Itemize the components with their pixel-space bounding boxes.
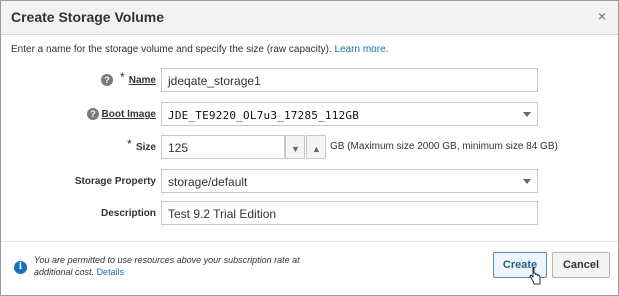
storage-property-select[interactable]: storage/default [161,169,538,193]
storage-property-label: Storage Property [74,176,156,187]
boot-image-value: JDE_TE9220_OL7u3_17285_112GB [168,109,360,122]
dialog-title: Create Storage Volume [11,9,165,25]
storage-property-row: Storage Property storage/default [1,169,618,195]
hand-cursor-icon [529,267,541,285]
question-icon[interactable]: ? [87,108,99,120]
question-icon[interactable]: ? [101,74,113,86]
size-increment-button[interactable]: ▲ [306,135,326,159]
chevron-down-icon [523,179,531,184]
boot-image-label: Boot Image [101,109,156,120]
storage-property-value: storage/default [168,175,248,189]
intro-description: Enter a name for the storage volume and … [11,44,332,55]
size-label: Size [135,142,156,153]
name-row: ? * Name jdeqate_storage1 [1,68,618,94]
details-link[interactable]: Details [97,267,125,277]
required-marker: * [120,70,125,84]
cancel-button[interactable]: Cancel [552,252,610,278]
chevron-down-icon [523,112,531,117]
dialog-titlebar: Create Storage Volume × [1,1,618,35]
size-hint: GB (Maximum size 2000 GB, minimum size 8… [330,141,558,152]
name-input[interactable]: jdeqate_storage1 [161,68,538,92]
description-input[interactable]: Test 9.2 Trial Edition [161,201,538,225]
size-decrement-button[interactable]: ▼ [285,135,305,159]
name-label: Name [128,75,156,86]
boot-image-select[interactable]: JDE_TE9220_OL7u3_17285_112GB [161,102,538,126]
description-label: Description [100,208,156,219]
info-icon: i [14,261,27,274]
size-row: * Size 125 ▼ ▲ GB (Maximum size 2000 GB,… [1,135,618,161]
chevron-up-icon: ▲ [312,144,321,154]
intro-text: Enter a name for the storage volume and … [11,44,388,55]
required-marker: * [127,137,132,151]
subscription-info: You are permitted to use resources above… [34,254,334,278]
description-row: Description Test 9.2 Trial Edition [1,201,618,227]
footer-divider [1,241,618,242]
learn-more-link[interactable]: Learn more. [335,44,389,55]
subscription-info-text: You are permitted to use resources above… [34,255,300,277]
boot-image-row: ? Boot Image JDE_TE9220_OL7u3_17285_112G… [1,102,618,128]
size-input[interactable]: 125 [161,135,285,159]
chevron-down-icon: ▼ [291,144,300,154]
create-storage-volume-dialog: Create Storage Volume × Enter a name for… [0,0,619,296]
close-icon[interactable]: × [598,8,606,24]
